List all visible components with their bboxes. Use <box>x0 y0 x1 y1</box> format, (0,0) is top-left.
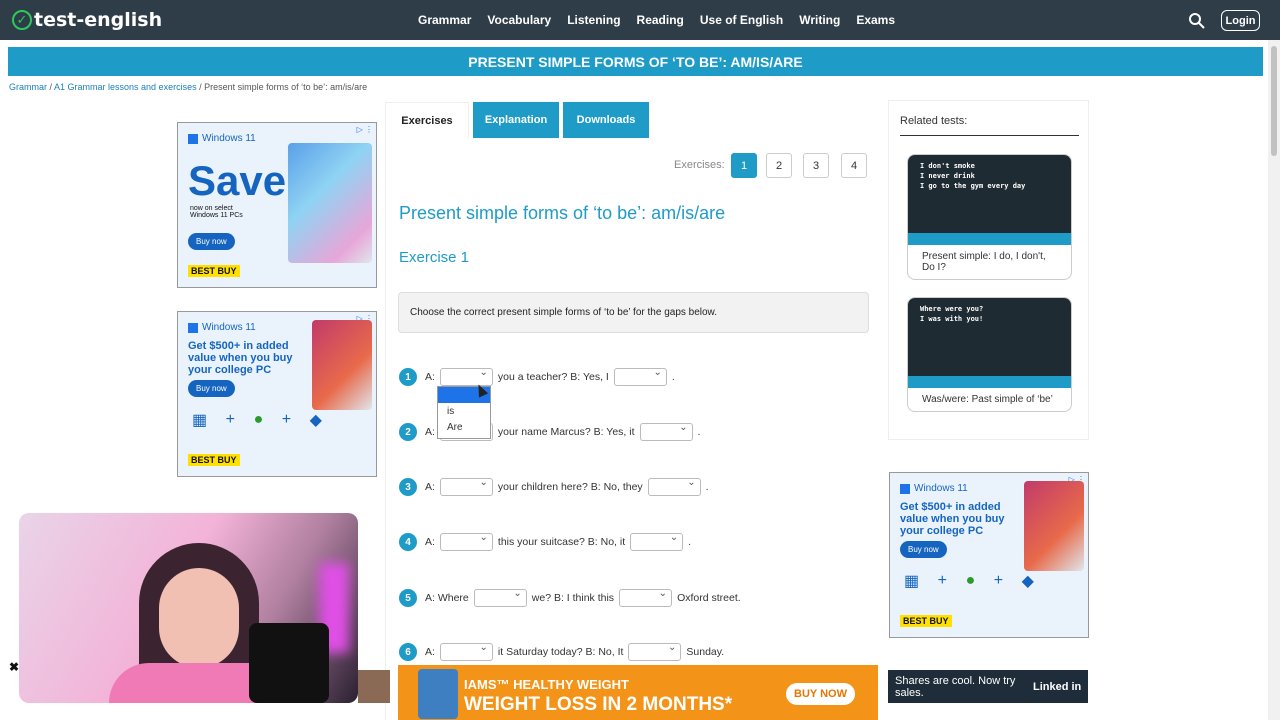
answer-select[interactable] <box>473 588 527 607</box>
answer-select[interactable] <box>628 642 682 661</box>
tab-exercises[interactable]: Exercises <box>385 102 469 138</box>
answer-select[interactable] <box>647 477 701 496</box>
nav-use-of-english[interactable]: Use of English <box>700 13 783 27</box>
webcam-overlay <box>19 513 358 703</box>
dropdown-option-is[interactable]: is <box>438 403 490 419</box>
adchoices-icon[interactable]: ▷ ⋮ <box>357 125 373 134</box>
site-logo[interactable]: ✓ test-english <box>12 8 162 32</box>
dropdown-option-are[interactable]: Are <box>438 419 490 435</box>
question-number: 2 <box>399 423 417 441</box>
nav-exams[interactable]: Exams <box>856 13 895 27</box>
tab-bar: Exercises Explanation Downloads <box>385 102 649 138</box>
scrollbar-thumb[interactable] <box>1271 46 1277 156</box>
ad-windows-college-right[interactable]: ▷ ⋮ Windows 11 Get $500+ in added value … <box>889 472 1089 638</box>
check-icon: ✓ <box>12 10 32 30</box>
ad-buy-now-button[interactable]: BUY NOW <box>786 683 855 705</box>
question-1: 1A:you a teacher? B: Yes, I. <box>399 367 675 387</box>
related-card-was-were[interactable]: Where were you? I was with you! Was/were… <box>907 297 1072 412</box>
windows-logo-icon <box>900 483 910 494</box>
tab-explanation[interactable]: Explanation <box>473 102 559 138</box>
laptop-image <box>1024 481 1084 571</box>
card-thumbnail: I don't smoke I never drink I go to the … <box>908 155 1071 245</box>
card-caption: Present simple: I do, I don't, Do I? <box>922 251 1046 273</box>
ad-buy-now-button[interactable]: Buy now <box>188 233 235 250</box>
login-button[interactable]: Login <box>1221 10 1260 31</box>
page-2-button[interactable]: 2 <box>766 153 792 178</box>
question-number: 5 <box>399 589 417 607</box>
answer-select[interactable] <box>613 367 667 386</box>
card-thumbnail: Where were you? I was with you! <box>908 298 1071 388</box>
page-1-button[interactable]: 1 <box>731 153 757 178</box>
nav-grammar[interactable]: Grammar <box>418 13 471 27</box>
main-nav: Grammar Vocabulary Listening Reading Use… <box>410 0 903 40</box>
divider <box>900 135 1079 136</box>
pagination-label: Exercises: <box>674 159 725 171</box>
product-package-image <box>418 669 458 719</box>
breadcrumb-current: Present simple forms of ‘to be’: am/is/a… <box>204 82 368 92</box>
ad-linkedin[interactable]: Shares are cool. Now try sales. Linked i… <box>888 670 1088 703</box>
ad-windows-save[interactable]: ▷ ⋮ Windows 11 Save now on select Window… <box>177 122 377 288</box>
bestbuy-logo: BEST BUY <box>900 615 952 627</box>
nav-reading[interactable]: Reading <box>637 13 684 27</box>
page-3-button[interactable]: 3 <box>803 153 829 178</box>
bestbuy-logo: BEST BUY <box>188 265 240 277</box>
ad-buy-now-button[interactable]: Buy now <box>900 541 947 558</box>
answer-select[interactable] <box>439 532 493 551</box>
windows-logo-icon <box>188 322 198 333</box>
product-icons: ▦ + ● + ◆ <box>192 411 322 429</box>
question-3: 3A:your children here? B: No, they. <box>399 477 709 497</box>
laptop-image <box>312 320 372 410</box>
question-6: 6A:it Saturday today? B: No, ItSunday. <box>399 642 724 662</box>
ad-fragment <box>358 670 390 703</box>
close-icon[interactable]: ✖ <box>9 660 19 674</box>
linkedin-logo: Linked in <box>1033 681 1082 693</box>
question-5: 5A: Wherewe? B: I think thisOxford stree… <box>399 588 741 608</box>
related-title: Related tests: <box>900 115 968 127</box>
answer-select[interactable] <box>619 588 673 607</box>
page-title: Present simple forms of ‘to be’: am/is/a… <box>399 203 726 223</box>
ad-buy-now-button[interactable]: Buy now <box>188 380 235 397</box>
related-card-present-simple[interactable]: I don't smoke I never drink I go to the … <box>907 154 1072 280</box>
tab-downloads[interactable]: Downloads <box>563 102 649 138</box>
answer-select[interactable] <box>439 477 493 496</box>
page-banner: PRESENT SIMPLE FORMS OF ‘TO BE’: AM/IS/A… <box>8 47 1263 76</box>
card-caption: Was/were: Past simple of ‘be’ <box>922 394 1053 405</box>
microphone-image <box>249 623 329 703</box>
answer-select[interactable] <box>439 642 493 661</box>
page-4-button[interactable]: 4 <box>841 153 867 178</box>
laptop-image <box>288 143 372 263</box>
question-number: 6 <box>399 643 417 661</box>
exercise-heading: Exercise 1 <box>399 249 470 266</box>
windows-logo-icon <box>188 133 198 144</box>
question-number: 3 <box>399 478 417 496</box>
instruction-box: Choose the correct present simple forms … <box>398 292 869 333</box>
ad-windows-college[interactable]: ▷ ⋮ Windows 11 Get $500+ in added value … <box>177 311 377 477</box>
nav-listening[interactable]: Listening <box>567 13 620 27</box>
top-navbar: ✓ test-english Grammar Vocabulary Listeni… <box>0 0 1280 40</box>
answer-select[interactable] <box>630 532 684 551</box>
page-scrollbar[interactable] <box>1268 40 1280 720</box>
question-number: 4 <box>399 533 417 551</box>
question-4: 4A:this your suitcase? B: No, it. <box>399 532 691 552</box>
related-tests-panel: Related tests: I don't smoke I never dri… <box>888 100 1089 440</box>
question-number: 1 <box>399 368 417 386</box>
nav-writing[interactable]: Writing <box>799 13 840 27</box>
product-icons: ▦ + ● + ◆ <box>904 572 1034 590</box>
breadcrumb-a1[interactable]: A1 Grammar lessons and exercises <box>54 82 197 92</box>
bestbuy-logo: BEST BUY <box>188 454 240 466</box>
answer-select[interactable] <box>639 422 693 441</box>
nav-vocabulary[interactable]: Vocabulary <box>487 13 551 27</box>
breadcrumb: Grammar / A1 Grammar lessons and exercis… <box>9 82 368 92</box>
answer-select[interactable] <box>439 367 493 386</box>
breadcrumb-grammar[interactable]: Grammar <box>9 82 47 92</box>
search-icon[interactable] <box>1188 12 1206 30</box>
ad-iams-banner[interactable]: IAMS™ HEALTHY WEIGHT WEIGHT LOSS IN 2 MO… <box>398 665 878 720</box>
